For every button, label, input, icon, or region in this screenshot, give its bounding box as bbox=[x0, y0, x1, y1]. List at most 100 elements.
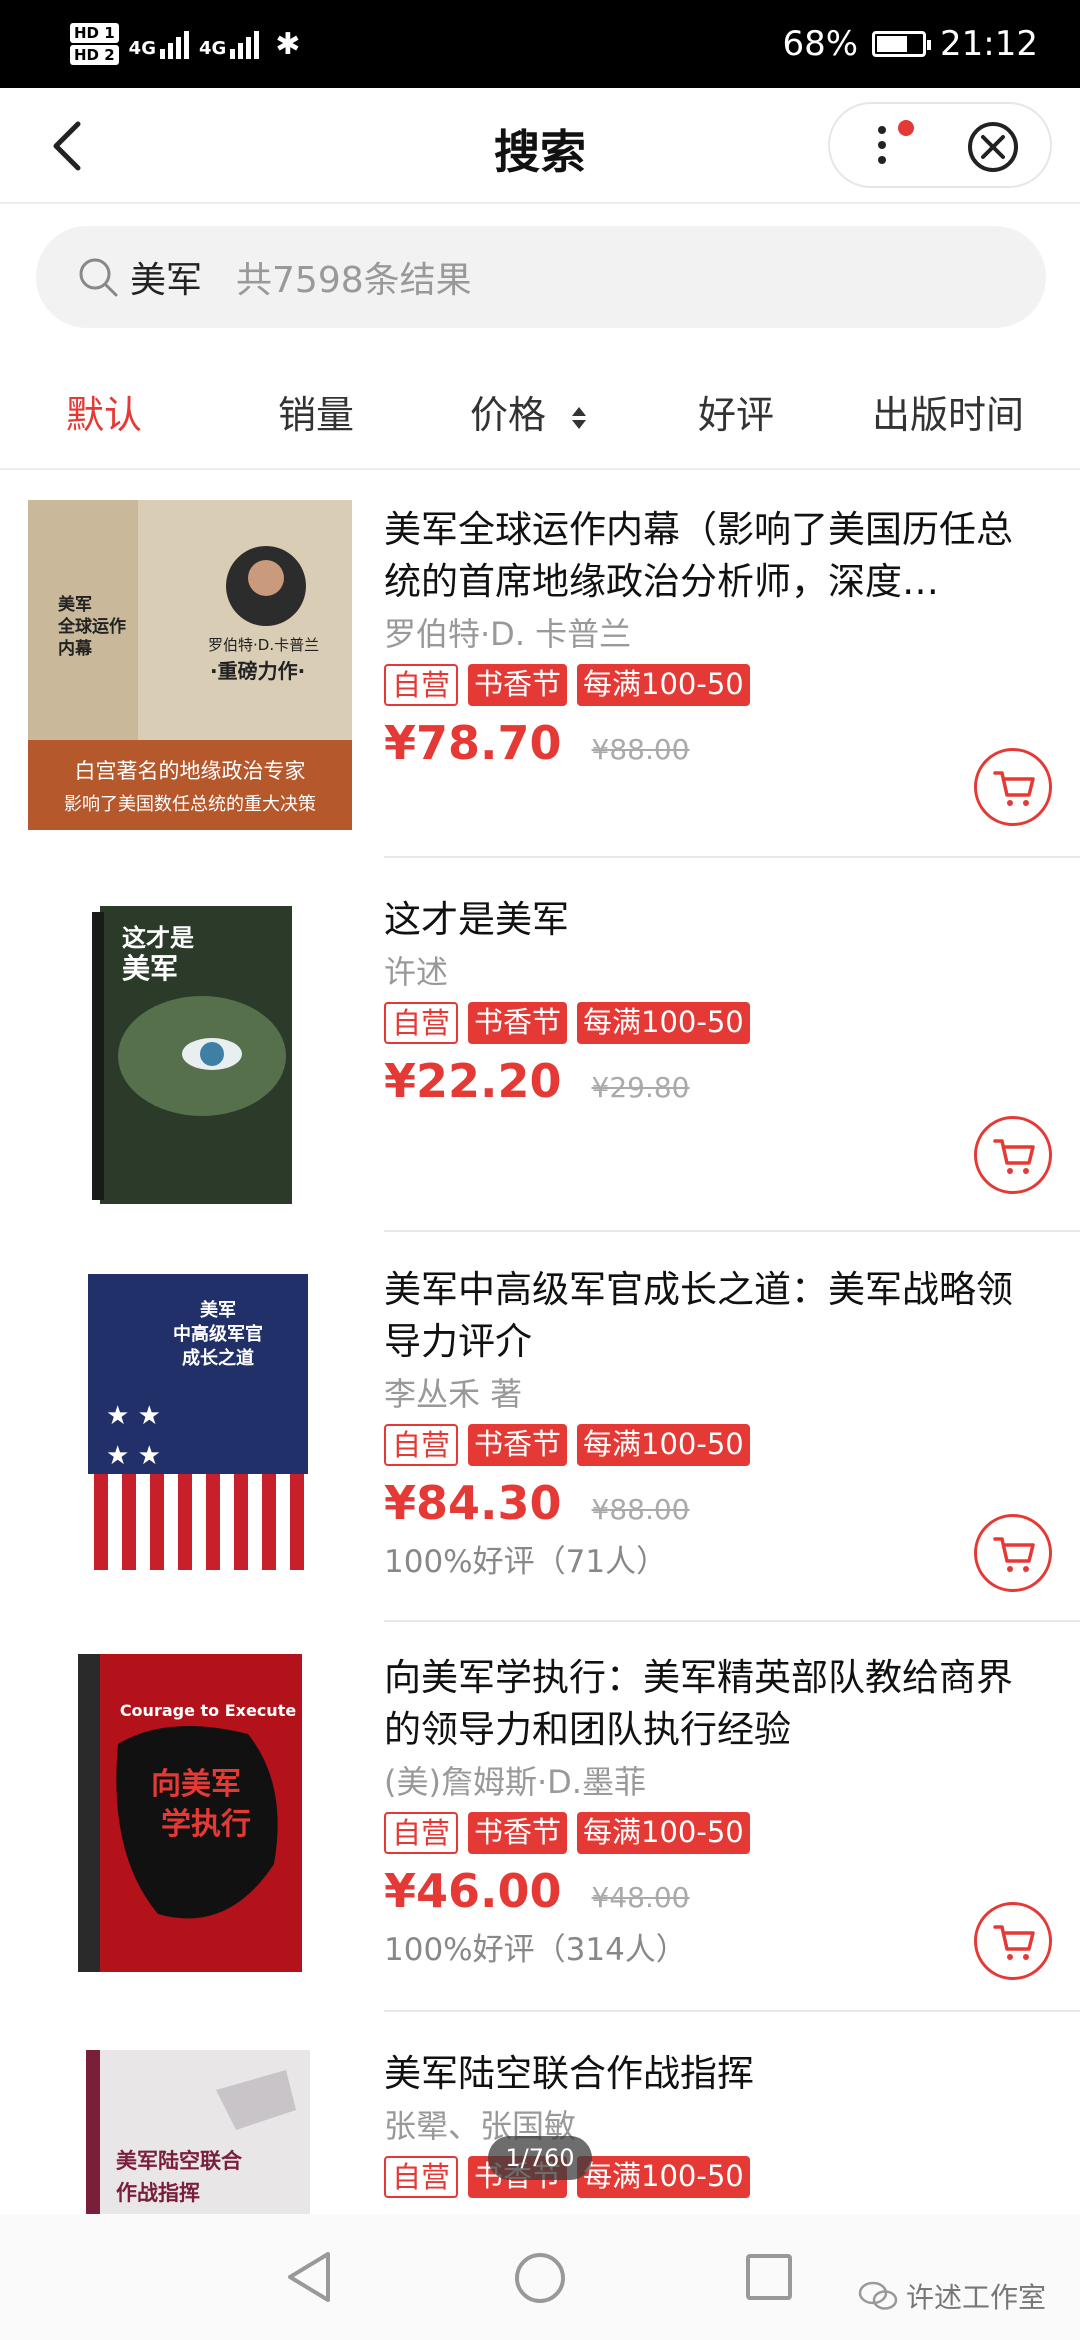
tag-discount: 每满100-50 bbox=[577, 664, 750, 706]
cover-text: 中高级军官 bbox=[173, 1323, 263, 1345]
tag-discount: 每满100-50 bbox=[577, 1002, 750, 1044]
nav-recents-icon[interactable] bbox=[744, 2250, 794, 2304]
sort-caret-icon bbox=[572, 406, 587, 429]
product-title[interactable]: 这才是美军 bbox=[384, 894, 1034, 946]
product-author: 许述 bbox=[384, 953, 449, 991]
book-cover-image[interactable]: Courage to Execute 向美军 学执行 bbox=[78, 1654, 302, 1972]
network-type-2: 4G bbox=[198, 38, 227, 59]
tag-book-festival: 书香节 bbox=[468, 1002, 568, 1044]
tag-list: 自营 书香节 每满100-50 bbox=[384, 2156, 1034, 2198]
divider bbox=[384, 1620, 1080, 1622]
product-title[interactable]: 美军中高级军官成长之道：美军战略领导力评介 bbox=[384, 1264, 1034, 1368]
divider bbox=[384, 2010, 1080, 2012]
add-to-cart-button[interactable] bbox=[974, 1902, 1052, 1980]
sort-bar: 默认 销量 价格 好评 出版时间 bbox=[0, 360, 1080, 470]
sort-tab-price-label: 价格 bbox=[470, 393, 547, 437]
hd2-badge: HD 2 bbox=[70, 45, 119, 65]
cover-text: 作战指挥 bbox=[116, 2181, 200, 2205]
price: ¥46.00 bbox=[384, 1864, 562, 1918]
tag-list: 自营 书香节 每满100-50 bbox=[384, 664, 1034, 706]
sort-tab-price[interactable]: 价格 bbox=[470, 384, 588, 439]
tag-self-operated: 自营 bbox=[384, 2156, 459, 2198]
book-cover-image[interactable]: 美军 全球运作 内幕 罗伯特·D.卡普兰 ·重磅力作· 白宫著名的地缘政治专家 … bbox=[28, 500, 352, 830]
signal-1: 4G bbox=[129, 29, 189, 59]
sort-tab-rating[interactable]: 好评 bbox=[698, 384, 774, 439]
tag-book-festival: 书香节 bbox=[468, 1424, 568, 1466]
signal-2: 4G bbox=[198, 29, 260, 59]
rating-text: 100%好评（71人） bbox=[384, 1544, 668, 1580]
tag-list: 自营 书香节 每满100-50 bbox=[384, 1812, 1034, 1854]
sort-tab-sales[interactable]: 销量 bbox=[278, 384, 354, 439]
cover-text: ·重磅力作· bbox=[210, 659, 305, 683]
cart-icon bbox=[993, 771, 1035, 806]
product-author: 张翚、张国敏 bbox=[384, 2107, 577, 2145]
product-info: 美军全球运作内幕（影响了美国历任总统的首席地缘政治分析师，深度… 罗伯特·D. … bbox=[384, 504, 1034, 770]
price-row: ¥46.00 ¥48.00 bbox=[384, 1864, 1034, 1918]
rating-text: 100%好评（314人） bbox=[384, 1932, 687, 1968]
product-info: 美军中高级军官成长之道：美军战略领导力评介 李丛禾 著 自营 书香节 每满100… bbox=[384, 1264, 1034, 1581]
add-to-cart-button[interactable] bbox=[974, 1514, 1052, 1592]
status-bar: HD 1 HD 2 4G 4G ✱ 68% 21:12 bbox=[0, 0, 1080, 88]
signal-bars-icon bbox=[230, 29, 260, 59]
tag-book-festival: 书香节 bbox=[468, 664, 568, 706]
network-type-1: 4G bbox=[128, 38, 156, 59]
cover-text: Courage to Execute bbox=[120, 1701, 297, 1720]
search-bar[interactable]: 美军 共7598条结果 bbox=[36, 226, 1046, 328]
page-indicator: 1/760 bbox=[488, 2136, 592, 2180]
nav-home-icon[interactable] bbox=[512, 2250, 568, 2306]
product-info: 这才是美军 许述 自营 书香节 每满100-50 ¥22.20 ¥29.80 bbox=[384, 894, 1034, 1108]
cart-icon bbox=[993, 1139, 1035, 1174]
product-title[interactable]: 向美军学执行：美军精英部队教给商界的领导力和团队执行经验 bbox=[384, 1652, 1034, 1756]
battery-icon bbox=[872, 31, 932, 57]
divider bbox=[384, 1230, 1080, 1232]
hd-badges: HD 1 HD 2 bbox=[70, 23, 119, 65]
more-button[interactable] bbox=[872, 120, 914, 170]
tag-self-operated: 自营 bbox=[384, 664, 459, 706]
product-author: (美)詹姆斯·D.墨菲 bbox=[384, 1763, 646, 1801]
product-title[interactable]: 美军陆空联合作战指挥 bbox=[384, 2048, 1034, 2100]
close-button[interactable] bbox=[968, 122, 1018, 172]
product-author: 罗伯特·D. 卡普兰 bbox=[384, 615, 632, 653]
search-icon bbox=[79, 258, 118, 297]
cover-text: 向美军 bbox=[151, 1767, 241, 1802]
watermark-text: 许述工作室 bbox=[905, 2281, 1046, 2314]
mini-program-capsule bbox=[828, 102, 1052, 188]
price-row: ¥22.20 ¥29.80 bbox=[384, 1054, 1034, 1108]
price: ¥22.20 bbox=[384, 1054, 562, 1108]
original-price: ¥29.80 bbox=[591, 1071, 690, 1104]
book-cover-image[interactable]: 这才是 美军 bbox=[92, 906, 292, 1204]
add-to-cart-button[interactable] bbox=[974, 748, 1052, 826]
sort-tab-default[interactable]: 默认 bbox=[66, 384, 142, 439]
original-price: ¥48.00 bbox=[591, 1881, 690, 1914]
cover-text: 美军陆空联合 bbox=[116, 2149, 243, 2173]
signal-bars-icon bbox=[159, 29, 189, 59]
original-price: ¥88.00 bbox=[591, 1493, 690, 1526]
book-cover-image[interactable]: 美军陆空联合 作战指挥 bbox=[86, 2050, 310, 2238]
sort-tab-publish-time[interactable]: 出版时间 bbox=[872, 384, 1024, 439]
tag-self-operated: 自营 bbox=[384, 1812, 459, 1854]
svg-text:★ ★: ★ ★ bbox=[106, 1401, 161, 1431]
product-author: 李丛禾 著 bbox=[384, 1375, 523, 1413]
nav-back-icon[interactable] bbox=[284, 2250, 334, 2304]
price-row: ¥78.70 ¥88.00 bbox=[384, 716, 1034, 770]
status-right: 68% 21:12 bbox=[782, 0, 1038, 88]
original-price: ¥88.00 bbox=[591, 733, 690, 766]
tag-list: 自营 书香节 每满100-50 bbox=[384, 1424, 1034, 1466]
book-cover-image[interactable]: 美军 中高级军官 成长之道 ★ ★ ★ ★ bbox=[88, 1274, 308, 1570]
tag-book-festival: 书香节 bbox=[468, 1812, 568, 1854]
cover-text: 内幕 bbox=[58, 638, 93, 659]
notification-dot bbox=[898, 120, 914, 136]
cover-text: 美军 bbox=[58, 594, 92, 615]
nav-bar: 搜索 bbox=[0, 88, 1080, 204]
cover-text: 罗伯特·D.卡普兰 bbox=[208, 636, 319, 654]
price: ¥78.70 bbox=[384, 716, 562, 770]
tag-self-operated: 自营 bbox=[384, 1002, 459, 1044]
add-to-cart-button[interactable] bbox=[974, 1116, 1052, 1194]
product-title[interactable]: 美军全球运作内幕（影响了美国历任总统的首席地缘政治分析师，深度… bbox=[384, 504, 1034, 608]
status-left: HD 1 HD 2 4G 4G ✱ bbox=[70, 14, 300, 74]
tag-self-operated: 自营 bbox=[384, 1424, 459, 1466]
cart-icon bbox=[993, 1925, 1035, 1960]
divider bbox=[384, 856, 1080, 858]
clock: 21:12 bbox=[940, 24, 1038, 64]
search-keyword[interactable]: 美军 bbox=[130, 251, 202, 303]
